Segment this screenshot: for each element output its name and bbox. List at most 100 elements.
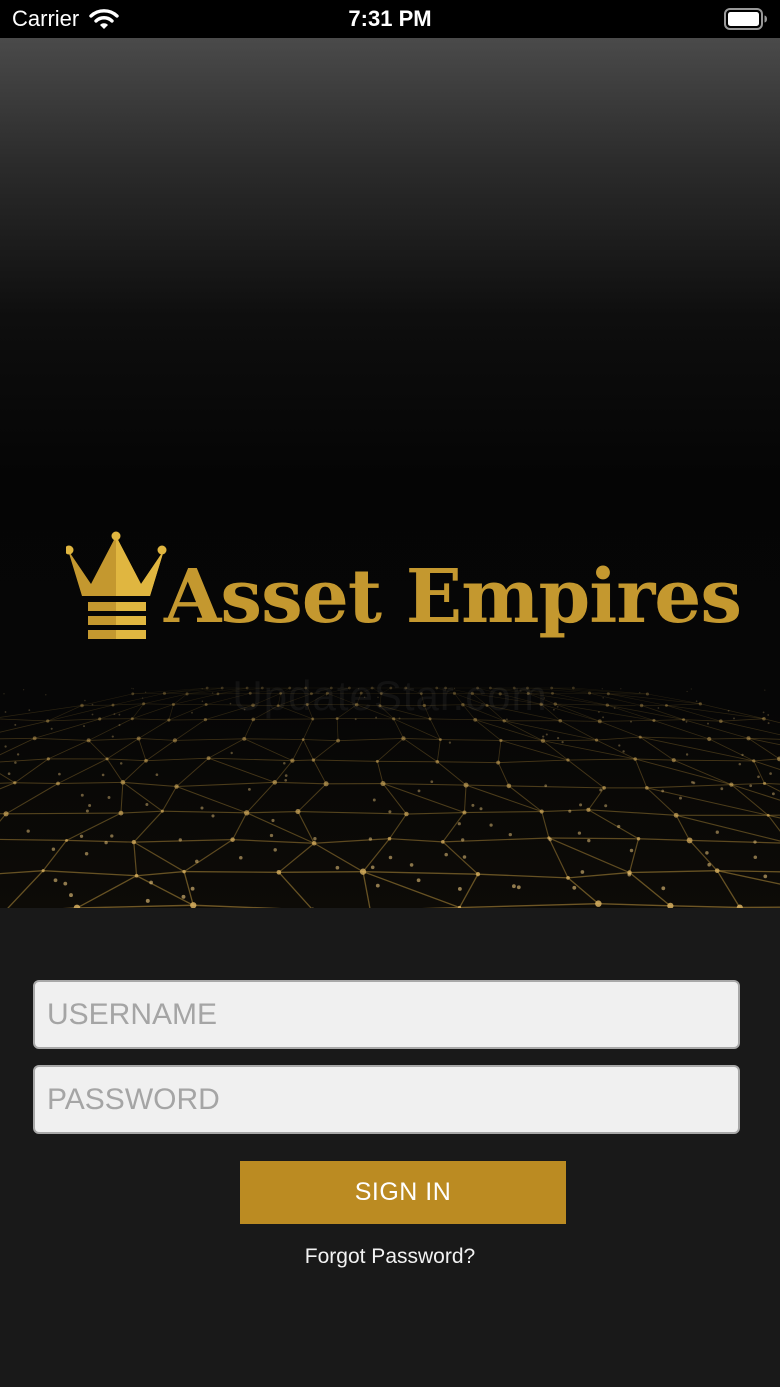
network-line xyxy=(336,718,339,741)
network-dot xyxy=(686,837,693,844)
network-line xyxy=(508,785,605,789)
network-sparkle xyxy=(273,848,277,852)
network-sparkle xyxy=(26,829,30,833)
network-dot xyxy=(707,736,712,742)
login-form: SIGN IN Forgot Password? xyxy=(0,908,780,1387)
network-line xyxy=(57,781,123,785)
network-sparkle xyxy=(85,809,89,813)
network-dot xyxy=(230,837,235,842)
network-sparkle xyxy=(771,792,775,796)
network-dot xyxy=(174,784,179,789)
network-line xyxy=(244,738,304,740)
network-sparkle xyxy=(79,834,84,838)
network-line xyxy=(122,760,147,783)
network-line xyxy=(174,719,206,741)
network-sparkle xyxy=(561,740,564,744)
network-sparkle xyxy=(417,789,421,793)
password-input[interactable] xyxy=(33,1065,740,1134)
network-sparkle xyxy=(247,787,251,791)
network-line xyxy=(393,718,404,739)
network-sparkle xyxy=(145,898,150,903)
network-sparkle xyxy=(457,886,462,891)
network-line xyxy=(542,740,636,760)
network-sparkle xyxy=(16,753,20,756)
network-sparkle xyxy=(368,837,373,841)
network-dot xyxy=(673,812,679,818)
watermark-text: UpdateStar.com xyxy=(232,672,548,719)
username-input[interactable] xyxy=(33,980,740,1049)
network-line xyxy=(567,871,630,879)
network-dot xyxy=(359,868,367,875)
network-sparkle xyxy=(388,810,392,814)
network-sparkle xyxy=(572,885,577,890)
sign-in-button[interactable]: SIGN IN xyxy=(240,1161,566,1224)
network-sparkle xyxy=(101,773,105,777)
network-line xyxy=(313,740,339,761)
network-line xyxy=(753,758,780,762)
network-line xyxy=(635,758,732,786)
network-dot xyxy=(595,900,602,907)
network-line xyxy=(497,762,510,787)
network-line xyxy=(312,759,327,785)
network-sparkle xyxy=(512,884,516,889)
network-line xyxy=(208,757,275,783)
network-dot xyxy=(435,759,440,764)
network-line xyxy=(377,738,404,762)
network-sparkle xyxy=(749,784,753,788)
network-line xyxy=(498,759,568,764)
network-dot xyxy=(441,840,445,844)
network-dot xyxy=(375,759,379,763)
network-sparkle xyxy=(604,804,608,808)
network-line xyxy=(161,786,177,812)
network-sparkle xyxy=(110,834,114,838)
network-sparkle xyxy=(53,878,58,883)
forgot-password-link[interactable]: Forgot Password? xyxy=(0,1245,780,1269)
network-dot xyxy=(290,758,295,763)
network-dot xyxy=(272,780,278,785)
network-sparkle xyxy=(568,809,572,813)
network-line xyxy=(497,740,502,763)
network-dot xyxy=(762,781,767,786)
network-dot xyxy=(242,736,247,741)
network-sparkle xyxy=(388,855,393,860)
network-line xyxy=(629,870,718,874)
network-line xyxy=(596,736,641,741)
network-line xyxy=(474,719,502,741)
network-line xyxy=(717,870,780,885)
network-line xyxy=(504,720,597,741)
network-sparkle xyxy=(239,856,243,860)
network-sparkle xyxy=(181,894,186,899)
network-line xyxy=(389,813,407,840)
network-line xyxy=(560,720,600,722)
network-line xyxy=(376,761,384,784)
network-sparkle xyxy=(149,880,153,885)
network-sparkle xyxy=(284,778,288,782)
network-dot xyxy=(766,813,770,817)
battery-icon xyxy=(724,8,767,30)
network-sparkle xyxy=(542,735,545,738)
network-line xyxy=(382,783,467,786)
network-sparkle xyxy=(14,723,17,726)
network-dot xyxy=(276,869,282,875)
network-line xyxy=(278,871,364,873)
network-line xyxy=(716,870,741,908)
network-sparkle xyxy=(372,798,376,802)
network-line xyxy=(338,738,404,742)
network-sparkle xyxy=(462,855,467,859)
network-line xyxy=(278,871,312,908)
network-sparkle xyxy=(622,750,625,753)
network-dot xyxy=(65,838,69,842)
network-line xyxy=(673,759,754,762)
network-line xyxy=(133,810,163,843)
network-line xyxy=(314,838,390,844)
network-dot xyxy=(387,836,392,841)
network-dot xyxy=(56,781,60,786)
network-sparkle xyxy=(753,855,758,860)
network-line xyxy=(246,810,298,814)
network-line xyxy=(459,902,599,908)
network-line xyxy=(176,757,209,787)
network-dot xyxy=(134,873,139,878)
network-line xyxy=(463,785,467,813)
network-line xyxy=(599,720,654,722)
network-line xyxy=(646,787,769,816)
